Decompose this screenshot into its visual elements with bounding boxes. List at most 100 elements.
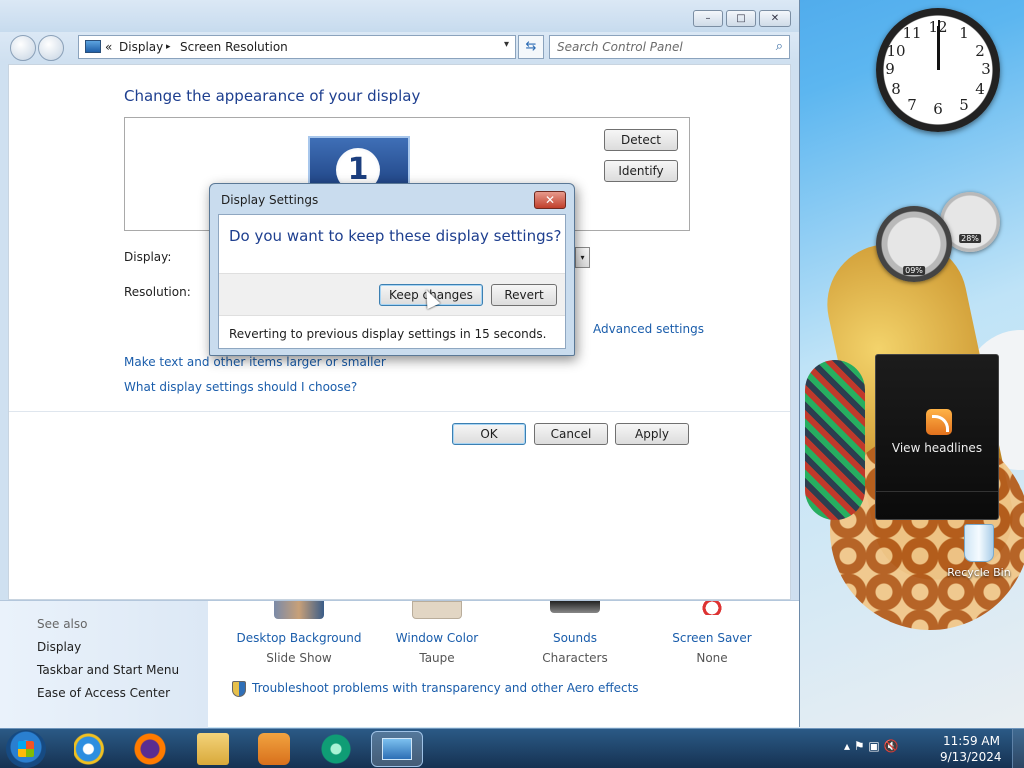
see-also-taskbar-link[interactable]: Taskbar and Start Menu xyxy=(37,663,179,677)
clock-number: 2 xyxy=(975,42,985,60)
clock-number: 9 xyxy=(885,60,895,78)
recycle-bin[interactable]: Recycle Bin xyxy=(944,524,1014,579)
ok-button[interactable]: OK xyxy=(452,423,526,445)
feed-headlines-gadget[interactable]: View headlines xyxy=(875,354,999,520)
control-panel-icon xyxy=(85,40,101,53)
rss-icon xyxy=(926,409,952,435)
start-button[interactable] xyxy=(6,730,46,768)
clock-number: 3 xyxy=(981,60,991,78)
resolution-label: Resolution: xyxy=(124,285,191,299)
screen-saver-item[interactable]: Screen Saver None xyxy=(647,601,777,665)
firefox-icon[interactable] xyxy=(134,733,166,765)
back-button[interactable] xyxy=(10,35,36,61)
address-bar[interactable]: « Display ▸ Screen Resolution ▾ xyxy=(78,35,516,59)
sounds-value: Characters xyxy=(542,651,608,665)
window-color-link[interactable]: Window Color xyxy=(372,631,502,645)
clock-number: 8 xyxy=(891,80,901,98)
screen-saver-value: None xyxy=(696,651,728,665)
taskbar: ▴ ⚑ ▣ 🔇 11:59 AM 9/13/2024 xyxy=(0,728,1024,768)
clock-minute-hand xyxy=(938,20,940,70)
control-panel-taskbar-icon xyxy=(382,738,412,760)
search-icon[interactable]: ⌕ xyxy=(776,39,783,54)
desktop-background-icon xyxy=(274,601,324,619)
cancel-button[interactable]: Cancel xyxy=(534,423,608,445)
recycle-bin-label: Recycle Bin xyxy=(947,566,1011,579)
shield-icon xyxy=(232,681,246,697)
breadcrumb-chevron[interactable]: « xyxy=(105,40,112,54)
see-also-display-link[interactable]: Display xyxy=(37,640,81,654)
sounds-item[interactable]: Sounds Characters xyxy=(510,601,640,665)
divider xyxy=(9,411,790,412)
text-size-link[interactable]: Make text and other items larger or smal… xyxy=(124,355,386,369)
show-desktop-button[interactable] xyxy=(1012,729,1024,768)
refresh-button[interactable]: ⇆ xyxy=(518,35,544,59)
forward-button[interactable] xyxy=(38,35,64,61)
screen-saver-icon xyxy=(698,601,726,615)
display-settings-dialog: Display Settings ✕ Do you want to keep t… xyxy=(209,183,575,356)
breadcrumb-display[interactable]: Display xyxy=(119,40,163,54)
window-color-icon xyxy=(412,601,462,619)
sounds-icon xyxy=(550,601,600,613)
internet-explorer-icon[interactable] xyxy=(74,733,106,765)
address-dropdown-icon[interactable]: ▾ xyxy=(504,39,509,50)
search-input[interactable]: Search Control Panel ⌕ xyxy=(549,35,790,59)
display-label: Display: xyxy=(124,250,172,264)
identify-button[interactable]: Identify xyxy=(604,160,678,182)
clock-number: 11 xyxy=(902,24,922,42)
desktop-background-value: Slide Show xyxy=(266,651,332,665)
recycle-bin-icon xyxy=(964,524,994,562)
advanced-settings-link[interactable]: Advanced settings xyxy=(593,322,704,336)
display-select-arrow[interactable]: ▾ xyxy=(575,247,590,268)
control-panel-window: – □ ✕ « Display ▸ Screen Resolution ▾ ⇆ … xyxy=(0,0,800,728)
taskbar-time: 11:59 AM xyxy=(943,734,1000,748)
desktop-background-link[interactable]: Desktop Background xyxy=(234,631,364,645)
minimize-button[interactable]: – xyxy=(693,10,723,27)
clock-number: 10 xyxy=(886,42,906,60)
taskbar-date: 9/13/2024 xyxy=(940,750,1002,764)
media-center-icon[interactable] xyxy=(320,733,352,765)
file-explorer-icon[interactable] xyxy=(197,733,229,765)
feed-divider xyxy=(876,491,998,492)
navigation-bar: « Display ▸ Screen Resolution ▾ ⇆ Search… xyxy=(0,32,799,62)
taskbar-clock[interactable]: 11:59 AM 9/13/2024 xyxy=(940,733,1002,765)
system-tray-icons[interactable]: ▴ ⚑ ▣ 🔇 xyxy=(844,739,899,753)
troubleshoot-link[interactable]: Troubleshoot problems with transparency … xyxy=(252,681,639,695)
window-color-value: Taupe xyxy=(419,651,455,665)
close-button[interactable]: ✕ xyxy=(759,10,791,27)
dialog-title: Display Settings xyxy=(221,193,319,207)
feed-label: View headlines xyxy=(891,441,983,455)
search-placeholder: Search Control Panel xyxy=(557,40,683,54)
dialog-question: Do you want to keep these display settin… xyxy=(229,227,562,245)
media-player-icon[interactable] xyxy=(258,733,290,765)
window-color-item[interactable]: Window Color Taupe xyxy=(372,601,502,665)
detect-button[interactable]: Detect xyxy=(604,129,678,151)
memory-percent: 28% xyxy=(959,234,981,243)
maximize-button[interactable]: □ xyxy=(726,10,756,27)
title-bar[interactable]: – □ ✕ xyxy=(0,0,799,32)
page-title: Change the appearance of your display xyxy=(124,87,421,105)
display-settings-help-link[interactable]: What display settings should I choose? xyxy=(124,380,357,394)
control-panel-taskbar-button[interactable] xyxy=(371,731,423,767)
breadcrumb-separator-icon[interactable]: ▸ xyxy=(166,42,171,52)
desktop-background-item[interactable]: Desktop Background Slide Show xyxy=(234,601,364,665)
clock-number: 7 xyxy=(907,96,917,114)
see-also-panel: See also Display Taskbar and Start Menu … xyxy=(0,601,208,728)
dialog-close-button[interactable]: ✕ xyxy=(534,191,566,209)
breadcrumb-screen-resolution[interactable]: Screen Resolution xyxy=(180,40,288,54)
clock-number: 1 xyxy=(959,24,969,42)
see-also-ease-of-access-link[interactable]: Ease of Access Center xyxy=(37,686,170,700)
clock-gadget[interactable]: 12 1 2 3 4 5 6 7 8 9 10 11 xyxy=(876,8,1000,132)
clock-number: 5 xyxy=(959,96,969,114)
revert-countdown-message: Reverting to previous display settings i… xyxy=(229,327,547,341)
dialog-button-strip: Keep changes Revert xyxy=(219,273,565,316)
cpu-meter-gadget[interactable]: 09% xyxy=(876,206,952,282)
revert-button[interactable]: Revert xyxy=(491,284,557,306)
sounds-link[interactable]: Sounds xyxy=(510,631,640,645)
wallpaper-pattern xyxy=(805,360,865,520)
personalization-pane: See also Display Taskbar and Start Menu … xyxy=(0,600,799,728)
cpu-percent: 09% xyxy=(903,266,925,275)
dialog-body: Do you want to keep these display settin… xyxy=(218,214,566,349)
see-also-heading: See also xyxy=(37,617,88,631)
apply-button[interactable]: Apply xyxy=(615,423,689,445)
screen-saver-link[interactable]: Screen Saver xyxy=(647,631,777,645)
